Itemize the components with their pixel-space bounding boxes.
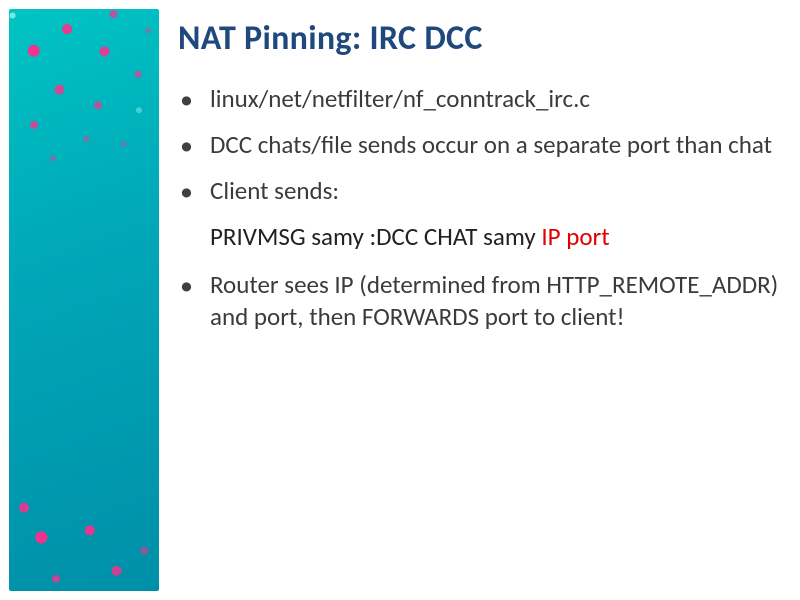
bullet-item: DCC chats/file sends occur on a separate… [206, 129, 780, 161]
privmsg-prefix: PRIVMSG samy :DCC CHAT samy [210, 221, 541, 252]
bullet-item: Router sees IP (determined from HTTP_REM… [206, 269, 780, 333]
slide-title: NAT Pinning: IRC DCC [178, 18, 780, 59]
bullet-list: linux/net/netfilter/nf_conntrack_irc.c D… [206, 83, 780, 207]
bullet-list: Router sees IP (determined from HTTP_REM… [206, 269, 780, 333]
decorative-sidebar [9, 9, 159, 591]
bullet-item: Client sends: [206, 175, 780, 207]
slide-content: NAT Pinning: IRC DCC linux/net/netfilter… [178, 18, 780, 590]
bullet-item: linux/net/netfilter/nf_conntrack_irc.c [206, 83, 780, 115]
privmsg-line: PRIVMSG samy :DCC CHAT samy IP port [210, 221, 780, 253]
privmsg-highlight: IP port [541, 221, 609, 252]
